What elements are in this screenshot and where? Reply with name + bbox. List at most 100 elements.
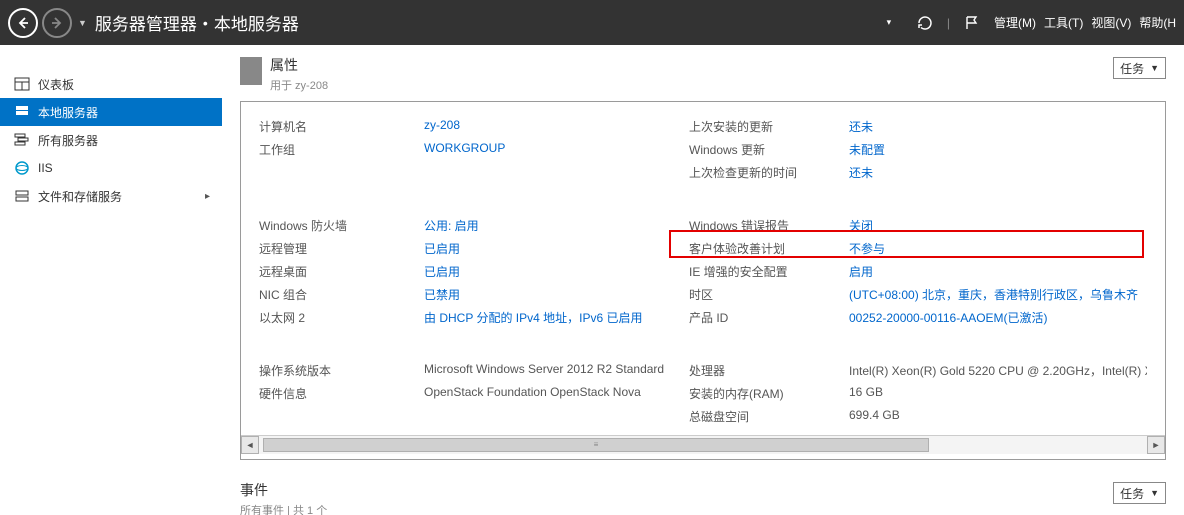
prop-value[interactable] xyxy=(424,164,689,181)
breadcrumb-current[interactable]: 本地服务器 xyxy=(214,10,299,35)
arrow-right-icon xyxy=(50,16,64,30)
chevron-right-icon: ▸ xyxy=(205,191,210,202)
forward-button[interactable] xyxy=(42,8,72,38)
sidebar-item-label: 仪表板 xyxy=(38,76,74,93)
prop-label: 硬件信息 xyxy=(259,385,424,402)
prop-label: 总磁盘空间 xyxy=(689,408,849,425)
flag-button[interactable] xyxy=(958,9,986,37)
prop-value[interactable]: zy-208 xyxy=(424,118,689,135)
prop-value[interactable]: 关闭 xyxy=(849,217,1147,234)
prop-value: 699.4 GB xyxy=(849,408,1147,425)
properties-subtitle: 用于 zy-208 xyxy=(270,77,1113,93)
tasks-label: 任务 xyxy=(1120,485,1144,502)
prop-label: 客户体验改善计划 xyxy=(689,240,849,257)
breadcrumb-root[interactable]: 服务器管理器 xyxy=(95,10,197,35)
menu-tools[interactable]: 工具(T) xyxy=(1044,14,1083,31)
prop-value[interactable] xyxy=(424,408,689,425)
prop-value[interactable]: WORKGROUP xyxy=(424,141,689,158)
properties-header: 属性 用于 zy-208 任务 ▼ xyxy=(240,55,1166,93)
server-icon xyxy=(12,104,32,120)
prop-value[interactable]: 已启用 xyxy=(424,240,689,257)
prop-label: Windows 更新 xyxy=(689,141,849,158)
prop-label: 计算机名 xyxy=(259,118,424,135)
prop-label: 时区 xyxy=(689,286,849,303)
storage-icon xyxy=(12,188,32,204)
flag-icon xyxy=(964,15,980,31)
prop-value[interactable]: 还未 xyxy=(849,118,1147,135)
menu-manage[interactable]: 管理(M) xyxy=(994,14,1036,31)
prop-value: OpenStack Foundation OpenStack Nova xyxy=(424,385,689,402)
prop-label: 操作系统版本 xyxy=(259,362,424,379)
iis-icon xyxy=(12,160,32,176)
prop-label xyxy=(259,408,424,425)
prop-value[interactable]: (UTC+08:00) 北京，重庆，香港特别行政区，乌鲁木齐 xyxy=(849,286,1147,303)
sidebar-item-dashboard[interactable]: 仪表板 xyxy=(0,70,222,98)
breadcrumb-sep-icon: • xyxy=(203,15,208,31)
sidebar-item-all-servers[interactable]: 所有服务器 xyxy=(0,126,222,154)
prop-label: 远程管理 xyxy=(259,240,424,257)
properties-panel: 计算机名zy-208上次安装的更新还未工作组WORKGROUPWindows 更… xyxy=(240,101,1166,460)
prop-value: 16 GB xyxy=(849,385,1147,402)
scroll-right-button[interactable]: ► xyxy=(1147,436,1165,454)
prop-label: IE 增强的安全配置 xyxy=(689,263,849,280)
sidebar-item-local-server[interactable]: 本地服务器 xyxy=(0,98,222,126)
prop-value: Intel(R) Xeon(R) Gold 5220 CPU @ 2.20GHz… xyxy=(849,362,1147,379)
properties-title: 属性 xyxy=(270,55,1113,75)
events-subtitle: 所有事件 | 共 1 个 xyxy=(240,502,1113,515)
prop-label: 产品 ID xyxy=(689,309,849,326)
arrow-left-icon xyxy=(16,16,30,30)
prop-value[interactable]: 不参与 xyxy=(849,240,1147,257)
tasks-label: 任务 xyxy=(1120,60,1144,77)
sidebar-item-file-storage[interactable]: 文件和存储服务 ▸ xyxy=(0,182,222,210)
horizontal-scrollbar[interactable]: ◄ ≡ ► xyxy=(241,435,1165,453)
separator-icon: | xyxy=(947,16,950,30)
sidebar-item-label: 文件和存储服务 xyxy=(38,188,122,205)
menu-help[interactable]: 帮助(H xyxy=(1139,14,1176,31)
prop-value: Microsoft Windows Server 2012 R2 Standar… xyxy=(424,362,689,379)
back-button[interactable] xyxy=(8,8,38,38)
dropdown-icon[interactable]: ▼ xyxy=(78,18,87,28)
prop-value[interactable]: 00252-20000-00116-AAOEM(已激活) xyxy=(849,309,1147,326)
sidebar-item-label: 本地服务器 xyxy=(38,104,98,121)
nav-buttons: ▼ xyxy=(0,8,95,38)
properties-grid: 计算机名zy-208上次安装的更新还未工作组WORKGROUPWindows 更… xyxy=(241,118,1165,425)
events-header: 事件 所有事件 | 共 1 个 任务 ▼ xyxy=(240,480,1166,515)
sidebar-item-iis[interactable]: IIS xyxy=(0,154,222,182)
scroll-track[interactable]: ≡ xyxy=(259,436,1147,454)
tasks-button[interactable]: 任务 ▼ xyxy=(1113,57,1166,79)
chevron-down-icon: ▼ xyxy=(1150,488,1159,498)
refresh-button[interactable] xyxy=(911,9,939,37)
titlebar-right: ▾ | 管理(M) 工具(T) 视图(V) 帮助(H xyxy=(875,9,1184,37)
prop-value[interactable]: 启用 xyxy=(849,263,1147,280)
sidebar-item-label: IIS xyxy=(38,161,53,175)
server-block-icon xyxy=(240,57,262,85)
dropdown-small-icon[interactable]: ▾ xyxy=(875,9,903,37)
prop-label: 安装的内存(RAM) xyxy=(689,385,849,402)
prop-value[interactable]: 公用: 启用 xyxy=(424,217,689,234)
prop-label: 远程桌面 xyxy=(259,263,424,280)
prop-value[interactable]: 未配置 xyxy=(849,141,1147,158)
events-title: 事件 xyxy=(240,480,1113,500)
prop-label: 处理器 xyxy=(689,362,849,379)
prop-value[interactable]: 已启用 xyxy=(424,263,689,280)
prop-label: 以太网 2 xyxy=(259,309,424,326)
scroll-thumb[interactable]: ≡ xyxy=(263,438,929,452)
prop-label: Windows 防火墙 xyxy=(259,217,424,234)
prop-value[interactable]: 由 DHCP 分配的 IPv4 地址，IPv6 已启用 xyxy=(424,309,689,326)
prop-value[interactable]: 已禁用 xyxy=(424,286,689,303)
events-tasks-button[interactable]: 任务 ▼ xyxy=(1113,482,1166,504)
prop-label: Windows 错误报告 xyxy=(689,217,849,234)
group-gap xyxy=(259,332,1147,356)
prop-value[interactable]: 还未 xyxy=(849,164,1147,181)
prop-label: 工作组 xyxy=(259,141,424,158)
sidebar-item-label: 所有服务器 xyxy=(38,132,98,149)
chevron-down-icon: ▼ xyxy=(1150,63,1159,73)
prop-label: 上次检查更新的时间 xyxy=(689,164,849,181)
menu-view[interactable]: 视图(V) xyxy=(1091,14,1131,31)
prop-label: 上次安装的更新 xyxy=(689,118,849,135)
main-content: 属性 用于 zy-208 任务 ▼ 计算机名zy-208上次安装的更新还未工作组… xyxy=(222,45,1184,515)
prop-label: NIC 组合 xyxy=(259,286,424,303)
scroll-left-button[interactable]: ◄ xyxy=(241,436,259,454)
sidebar: 仪表板 本地服务器 所有服务器 IIS 文件和存储服务 ▸ xyxy=(0,45,222,515)
servers-icon xyxy=(12,132,32,148)
